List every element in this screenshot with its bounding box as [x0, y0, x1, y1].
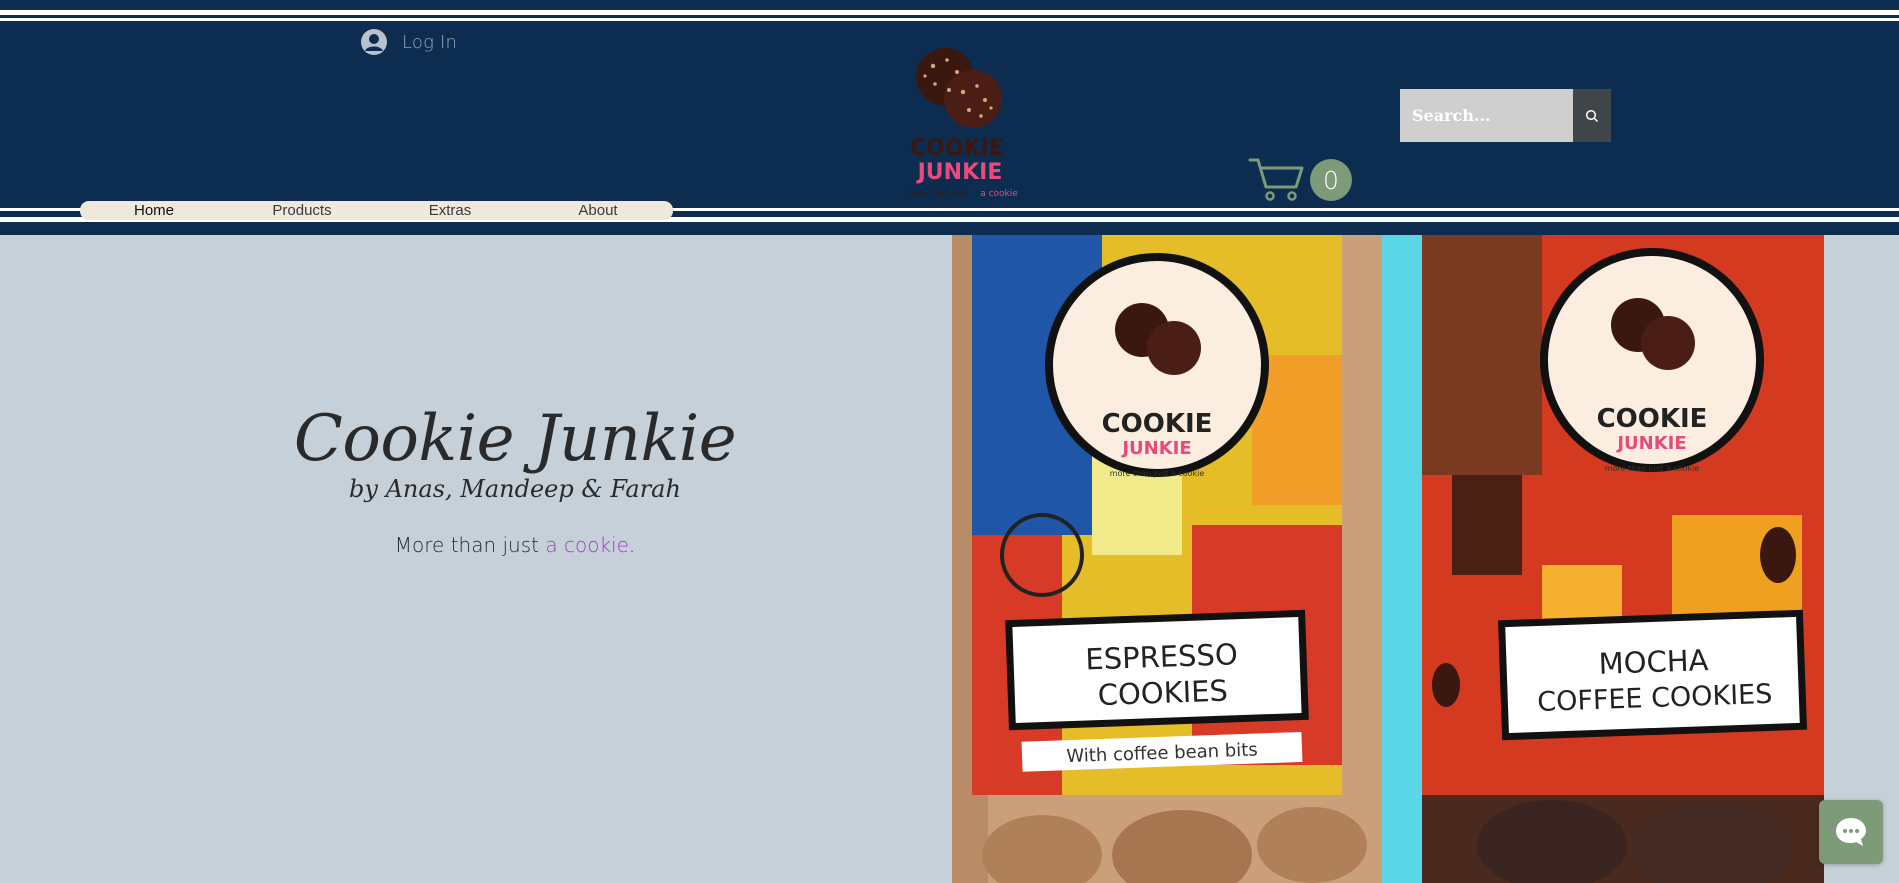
search-button[interactable]: [1573, 89, 1611, 142]
jar-left-name-line2: COOKIES: [1097, 674, 1228, 713]
logo-tagline-accent: a cookie: [980, 189, 1018, 199]
nav-item-products[interactable]: Products: [228, 201, 376, 220]
nav-item-extras[interactable]: Extras: [376, 201, 524, 220]
site-header: Log In COOKIE JUNKIE more than just a co…: [0, 0, 1899, 235]
header-stripe-top-2: [0, 18, 1899, 21]
user-avatar-icon: [361, 29, 387, 55]
main-nav: Home Products Extras About: [80, 201, 673, 220]
jar-right-name-line1: MOCHA: [1598, 643, 1709, 681]
jar-left-brand-tagline: more than just a cookie: [1110, 469, 1205, 478]
search-icon: [1585, 109, 1599, 122]
logo-text-line2: JUNKIE: [916, 160, 1003, 185]
hero-title: Cookie Junkie: [293, 402, 737, 476]
header-stripe-top-1: [0, 10, 1899, 15]
hero-tagline: More than just a cookie.: [230, 533, 800, 557]
nav-item-about[interactable]: About: [524, 201, 672, 220]
cart-count-badge: 0: [1310, 159, 1352, 201]
hero-tagline-prefix: More than just: [394, 533, 546, 557]
shopping-cart-icon: [1248, 158, 1304, 201]
search-bar: [1400, 89, 1611, 142]
jar-left-brand-line2: JUNKIE: [1120, 438, 1191, 459]
cookie-logo-icon: COOKIE JUNKIE more than just a cookie: [908, 48, 1018, 199]
chat-bubble-icon: [1836, 818, 1866, 846]
login-button[interactable]: Log In: [360, 28, 457, 56]
logo-tagline-prefix: more than just: [908, 189, 967, 198]
product-jars-image: COOKIE JUNKIE more than just a cookie ES…: [952, 235, 1824, 883]
cart-button[interactable]: 0: [1248, 156, 1354, 202]
site-logo[interactable]: COOKIE JUNKIE more than just a cookie: [905, 42, 1025, 202]
search-input[interactable]: [1400, 89, 1573, 142]
jar-right-brand-line2: JUNKIE: [1615, 433, 1686, 454]
product-jars-illustration: COOKIE JUNKIE more than just a cookie ES…: [952, 235, 1824, 883]
hero-subtitle: by Anas, Mandeep & Farah: [349, 475, 681, 503]
hero-tagline-suffix: .: [628, 533, 636, 557]
chat-button[interactable]: [1819, 800, 1883, 864]
nav-item-home[interactable]: Home: [80, 201, 228, 220]
logo-text-line1: COOKIE: [910, 136, 1004, 161]
jar-right-brand-line1: COOKIE: [1597, 404, 1708, 434]
hero-tagline-link[interactable]: a cookie: [545, 533, 629, 557]
jar-left-brand-line1: COOKIE: [1102, 409, 1213, 439]
jar-left-name-line1: ESPRESSO: [1085, 637, 1238, 676]
login-label: Log In: [402, 31, 458, 53]
jar-right-brand-tagline: more than just a cookie: [1605, 464, 1700, 473]
